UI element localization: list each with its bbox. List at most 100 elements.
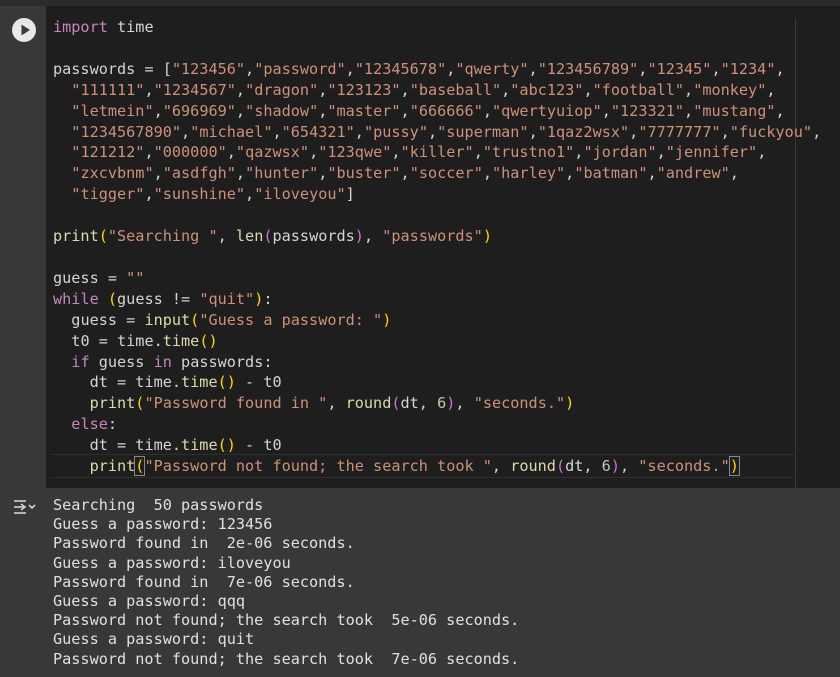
code-token: "123456789" (537, 59, 639, 78)
output-line: Password found in 7e-06 seconds. (53, 572, 355, 591)
code-token: round (510, 457, 556, 476)
code-token: "666666" (409, 101, 483, 120)
code-token: "seconds." (638, 457, 730, 476)
code-token: dt, (565, 457, 602, 476)
code-token: "1234567890" (71, 122, 182, 141)
code-token: "football" (592, 80, 685, 99)
code-token: "7777777" (638, 122, 721, 141)
output-line: Password found in 2e-06 seconds. (53, 534, 355, 553)
output-line: Searching 50 passwords (53, 496, 264, 514)
code-token: "qazwsx" (235, 143, 310, 162)
code-token: guess = (71, 310, 145, 329)
code-token: "shadow" (245, 101, 319, 120)
code-token: "andrew" (656, 164, 730, 183)
code-token: passwords: (171, 352, 273, 371)
code-token: "123qwe" (318, 143, 392, 162)
code-token: "fuckyou" (729, 122, 813, 141)
output-line: Guess a password: 123456 (53, 515, 273, 534)
code-token: "password" (254, 59, 346, 78)
code-token: len (235, 227, 264, 246)
code-token: "123123" (327, 80, 401, 99)
run-cell-button[interactable] (12, 18, 36, 42)
code-token: "1234" (720, 59, 776, 78)
code-token: if (71, 352, 90, 371)
code-token: "121212" (71, 143, 145, 162)
code-token: "trustno1" (482, 143, 575, 162)
code-token: guess != (117, 289, 200, 308)
code-token: 6 (601, 457, 611, 476)
code-token: time (162, 331, 200, 350)
code-token: print (53, 227, 99, 246)
code-token: guess = (53, 268, 127, 287)
code-token: "sunshine" (153, 185, 246, 204)
code-token: guess (89, 352, 154, 371)
code-token: "696969" (162, 101, 236, 120)
code-token: "seconds." (473, 394, 566, 413)
code-token: print (89, 457, 136, 476)
code-token: "passwords" (382, 227, 483, 246)
code-token: "baseball" (409, 80, 502, 99)
code-token: "12345678" (354, 59, 447, 78)
code-token: "Searching " (107, 227, 218, 246)
code-token: "master" (327, 101, 401, 120)
code-token: "zxcvbnm" (71, 164, 154, 183)
code-token: "jennifer" (665, 143, 758, 162)
code-token: "monkey" (693, 80, 767, 99)
code-token: "quit" (199, 289, 255, 308)
code-token: "Password not found; the search took " (144, 457, 492, 476)
code-token: "dragon" (245, 80, 319, 99)
code-token: import (53, 18, 108, 36)
code-token: print (89, 394, 136, 413)
code-token: dt = time. (89, 373, 182, 392)
code-token: passwords = [ (53, 59, 172, 78)
code-token: "jordan" (583, 143, 657, 162)
output-line: Password not found; the search took 5e-0… (53, 611, 520, 630)
code-token: "asdfgh" (162, 164, 236, 183)
code-token: "qwerty" (455, 59, 529, 78)
code-token: "000000" (153, 143, 227, 162)
code-token: dt, (400, 394, 438, 413)
code-token: while (53, 289, 99, 308)
code-token: "" (126, 268, 145, 287)
code-token: "pussy" (363, 122, 428, 141)
output-toggle-button[interactable] (12, 498, 38, 522)
code-token: "letmein" (71, 101, 154, 120)
code-token: "harley" (492, 164, 566, 183)
code-token: - t0 (235, 436, 282, 455)
code-token: "Guess a password: " (199, 310, 383, 329)
code-token: "killer" (400, 143, 474, 162)
code-token: time (181, 373, 218, 392)
output-line: Password not found; the search took 7e-0… (53, 649, 520, 668)
code-token: else (71, 415, 108, 434)
code-token: in (153, 352, 172, 371)
code-token: time (107, 18, 154, 36)
code-token: "1qaz2wsx" (537, 122, 630, 141)
output-line: Guess a password: quit (53, 630, 255, 649)
code-token: "1234567" (153, 80, 236, 99)
code-content[interactable]: import time passwords = ["123456","passw… (53, 17, 821, 477)
code-token: input (144, 310, 191, 329)
code-token: "michael" (190, 122, 273, 141)
code-token: "654321" (281, 122, 355, 141)
output-toggle-icon (14, 500, 36, 514)
code-token: "buster" (327, 164, 401, 183)
output-line: Guess a password: qqq (53, 592, 246, 611)
code-token: round (345, 394, 392, 413)
code-token: "123321" (610, 101, 685, 120)
code-token: "tigger" (71, 185, 145, 204)
code-token: "iloveyou" (254, 185, 346, 204)
play-icon (21, 24, 30, 36)
code-token: "hunter" (245, 164, 319, 183)
code-cell: import time passwords = ["123456","passw… (0, 0, 840, 677)
code-token: "111111" (71, 80, 145, 99)
code-token: "soccer" (409, 164, 483, 183)
code-token: passwords (272, 227, 355, 246)
code-token: - t0 (235, 373, 282, 392)
code-token: "superman" (437, 122, 529, 141)
code-token: "batman" (574, 164, 648, 183)
cell-output: Searching 50 passwords Guess a password:… (53, 496, 519, 669)
cell-gutter (0, 6, 46, 488)
code-token: "12345" (647, 59, 712, 78)
output-line: Guess a password: iloveyou (53, 553, 291, 572)
code-token: dt = time. (89, 436, 182, 455)
